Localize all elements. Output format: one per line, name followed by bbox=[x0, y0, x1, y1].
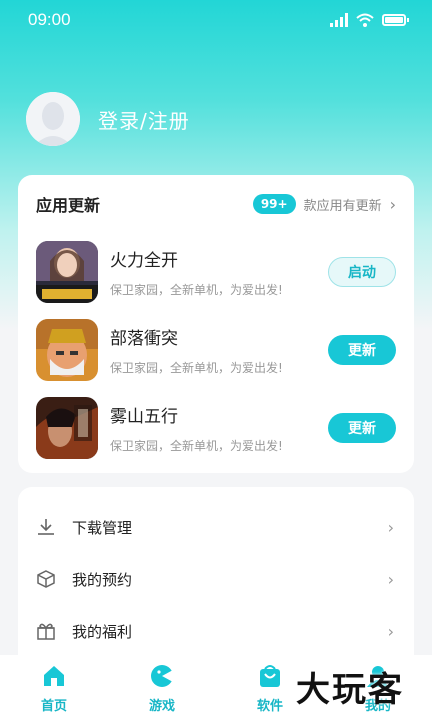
update-summary-text: 款应用有更新 bbox=[303, 198, 382, 214]
app-name: 部落衝突 bbox=[110, 329, 178, 349]
update-card-header[interactable]: 应用更新 99+ 款应用有更新 › bbox=[18, 175, 414, 233]
menu-item-welfare[interactable]: 我的福利 › bbox=[18, 605, 414, 657]
update-button[interactable]: 更新 bbox=[328, 413, 396, 443]
tab-home[interactable]: 首页 bbox=[14, 663, 94, 714]
app-update-card: 应用更新 99+ 款应用有更新 › 火力全开 保卫家园，全新单机，为爱出发! 启… bbox=[18, 175, 414, 473]
status-icons bbox=[330, 13, 409, 27]
app-name: 火力全开 bbox=[110, 251, 178, 271]
update-card-title: 应用更新 bbox=[36, 196, 101, 215]
app-name: 雾山五行 bbox=[110, 407, 178, 427]
app-info: 部落衝突 保卫家园，全新单机，为爱出发! bbox=[110, 324, 328, 376]
profile-login[interactable]: 登录/注册 bbox=[26, 92, 190, 146]
app-row[interactable]: 火力全开 保卫家园，全新单机，为爱出发! 启动 bbox=[18, 233, 414, 311]
tab-label: 首页 bbox=[40, 699, 67, 714]
update-summary[interactable]: 99+ 款应用有更新 › bbox=[252, 194, 396, 214]
chevron-right-icon: › bbox=[387, 517, 394, 537]
app-info: 火力全开 保卫家园，全新单机，为爱出发! bbox=[110, 246, 328, 298]
update-button[interactable]: 更新 bbox=[328, 335, 396, 365]
tab-label: 软件 bbox=[256, 699, 283, 714]
menu-item-label: 我的福利 bbox=[72, 622, 133, 641]
box-icon bbox=[36, 569, 56, 589]
launch-button[interactable]: 启动 bbox=[328, 257, 396, 287]
app-description: 保卫家园，全新单机，为爱出发! bbox=[110, 439, 283, 453]
login-register-link[interactable]: 登录/注册 bbox=[98, 105, 190, 134]
battery-icon bbox=[382, 14, 409, 26]
avatar[interactable] bbox=[26, 92, 80, 146]
bag-icon bbox=[257, 663, 283, 689]
menu-item-label: 下载管理 bbox=[72, 518, 133, 537]
home-icon bbox=[41, 663, 67, 689]
status-time: 09:00 bbox=[28, 10, 71, 29]
app-row[interactable]: 雾山五行 保卫家园，全新单机，为爱出发! 更新 bbox=[18, 389, 414, 467]
game-icon bbox=[149, 663, 175, 689]
chevron-right-icon: › bbox=[387, 569, 394, 589]
menu-item-download[interactable]: 下载管理 › bbox=[18, 501, 414, 553]
app-description: 保卫家园，全新单机，为爱出发! bbox=[110, 361, 283, 375]
app-description: 保卫家园，全新单机，为爱出发! bbox=[110, 283, 283, 297]
app-icon-huoli bbox=[36, 241, 98, 303]
tab-games[interactable]: 游戏 bbox=[122, 663, 202, 714]
app-row[interactable]: 部落衝突 保卫家园，全新单机，为爱出发! 更新 bbox=[18, 311, 414, 389]
menu-item-label: 我的预约 bbox=[72, 570, 133, 589]
signal-icon bbox=[330, 13, 348, 27]
tab-label: 游戏 bbox=[148, 699, 175, 714]
status-bar: 09:00 bbox=[0, 0, 432, 40]
app-icon-coc bbox=[36, 319, 98, 381]
update-count-badge: 99+ bbox=[252, 194, 296, 214]
menu-item-reservation[interactable]: 我的预约 › bbox=[18, 553, 414, 605]
watermark-logo: 大玩客 bbox=[296, 670, 404, 710]
gift-icon bbox=[36, 621, 56, 641]
default-avatar-icon bbox=[26, 92, 80, 146]
app-info: 雾山五行 保卫家园，全新单机，为爱出发! bbox=[110, 402, 328, 454]
download-icon bbox=[36, 517, 56, 537]
chevron-right-icon: › bbox=[387, 621, 394, 641]
wifi-icon bbox=[356, 13, 374, 27]
app-icon-wushan bbox=[36, 397, 98, 459]
chevron-right-icon: › bbox=[389, 194, 396, 214]
